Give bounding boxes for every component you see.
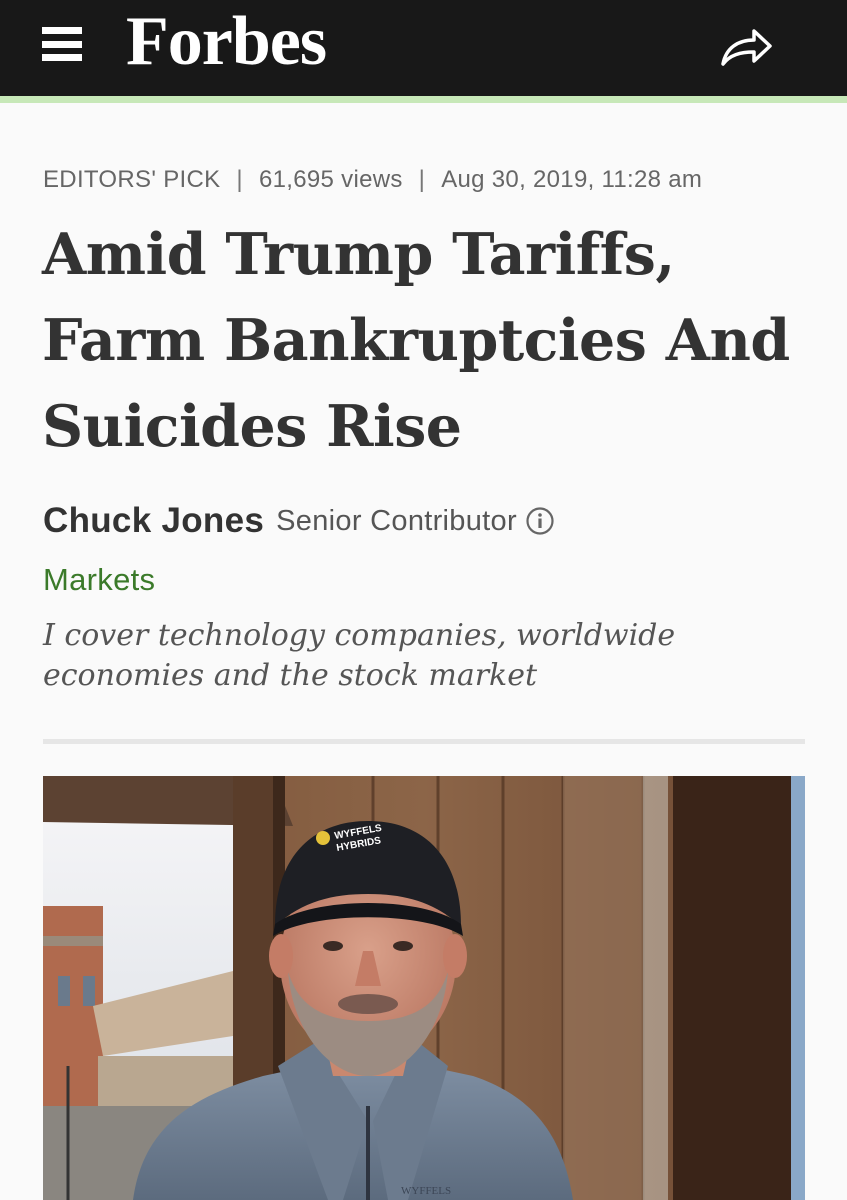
meta-separator: | <box>418 166 426 193</box>
headline-line: Amid Trump Tariffs, <box>42 221 675 288</box>
info-circle-icon[interactable] <box>525 506 555 536</box>
meta-separator: | <box>236 166 243 193</box>
section-link-markets[interactable]: Markets <box>43 562 155 598</box>
publish-date: Aug 30, 2019, 11:28 am <box>441 166 703 193</box>
article-meta: EDITORS' PICK | 61,695 views | Aug 30, 2019,… <box>43 166 702 194</box>
editors-pick-label: EDITORS' PICK <box>43 166 221 193</box>
bio-line: economies and the stock market <box>43 658 538 693</box>
share-arrow-icon[interactable] <box>718 24 774 70</box>
author-name-link[interactable]: Chuck Jones <box>43 501 264 541</box>
headline-line: Farm Bankruptcies And <box>42 307 790 374</box>
farmer-photo-illustration: WYFFELS HYBRIDS WYFFELS <box>43 776 805 1200</box>
bio-line: I cover technology companies, worldwide <box>43 618 676 653</box>
article-headline: Amid Trump Tariffs, Farm Bankruptcies An… <box>42 212 822 470</box>
top-navigation-bar: Forbes <box>0 0 847 103</box>
headline-line: Suicides Rise <box>42 393 462 460</box>
forbes-logo[interactable]: Forbes <box>126 2 327 82</box>
author-role: Senior Contributor <box>276 504 517 537</box>
shirt-logo-text: WYFFELS <box>401 1185 451 1197</box>
hamburger-menu-icon[interactable] <box>42 27 82 61</box>
view-count: 61,695 views <box>258 166 403 193</box>
section-divider <box>43 739 805 744</box>
article-hero-image[interactable]: WYFFELS HYBRIDS WYFFELS <box>43 776 805 1200</box>
author-bio: I cover technology companies, worldwide … <box>43 616 803 696</box>
author-byline: Chuck Jones Senior Contributor <box>43 501 555 541</box>
